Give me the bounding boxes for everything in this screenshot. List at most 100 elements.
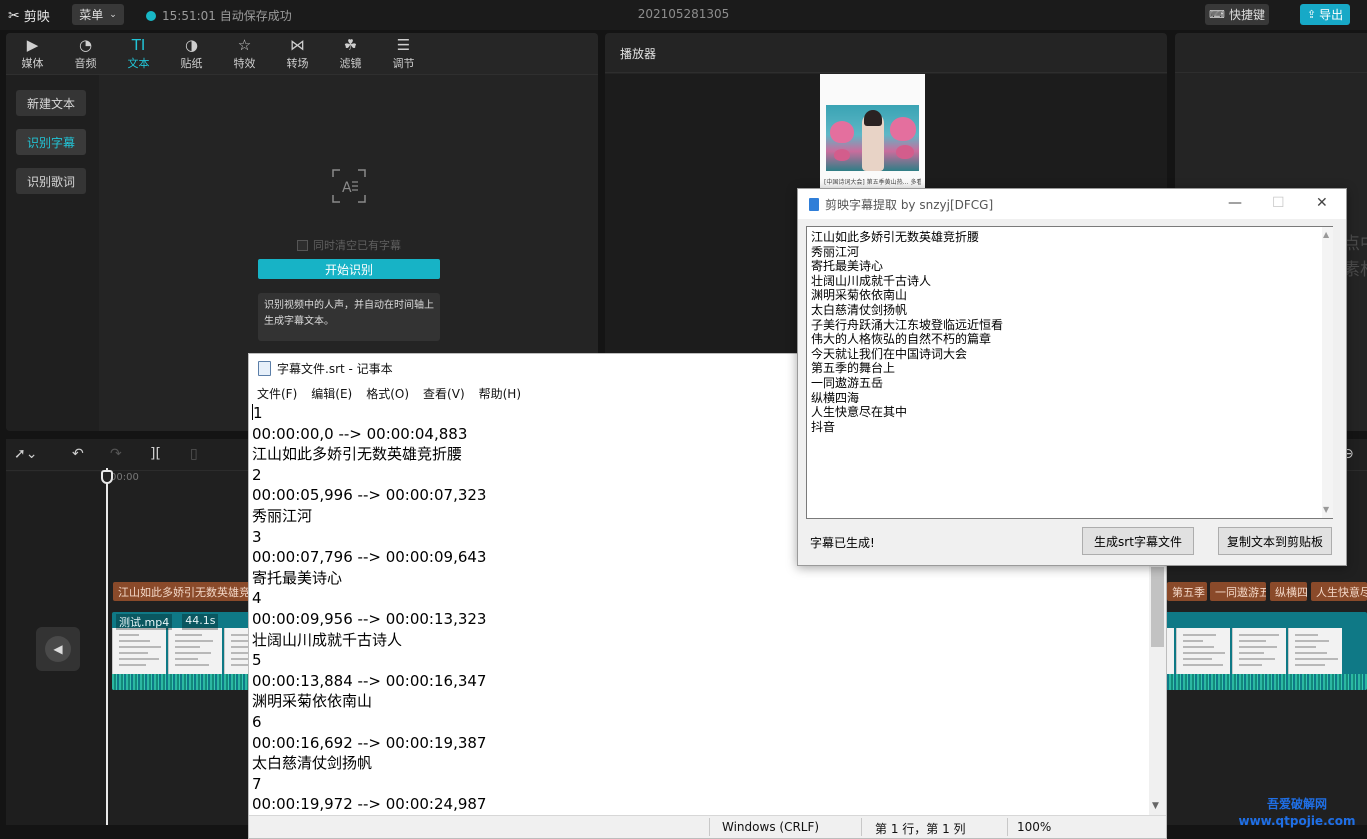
extracted-line: 寄托最美诗心 bbox=[811, 259, 884, 274]
extracted-line: 今天就让我们在中国诗词大会 bbox=[811, 346, 968, 361]
notepad-line: 壮阔山川成就千古诗人 bbox=[252, 630, 403, 649]
watermark-line: 吾爱破解网 bbox=[1266, 797, 1327, 811]
start-recognition-button[interactable]: 开始识别 bbox=[258, 259, 440, 279]
svg-text:A: A bbox=[342, 180, 352, 196]
scroll-up-icon[interactable]: ▲ bbox=[1323, 230, 1329, 239]
tab-filter[interactable]: ☘ 滤镜 bbox=[324, 33, 377, 75]
split-icon[interactable]: ][ bbox=[150, 446, 161, 462]
scroll-down-icon[interactable]: ▼ bbox=[1323, 505, 1329, 514]
menu-edit[interactable]: 编辑(E) bbox=[311, 385, 352, 402]
close-icon[interactable]: ✕ bbox=[1316, 195, 1328, 211]
subtitle-clip[interactable]: 第五季 bbox=[1167, 582, 1207, 601]
export-button[interactable]: ⇪ 导出 bbox=[1300, 4, 1350, 25]
extracted-line: 壮阔山川成就千古诗人 bbox=[811, 273, 932, 288]
shortcut-button[interactable]: ⌨ 快捷键 bbox=[1205, 4, 1269, 25]
extracted-text-scrollbar[interactable]: ▲ ▼ bbox=[1322, 227, 1333, 518]
extractor-title-bar[interactable]: 剪映字幕提取 by snzyj[DFCG] — ☐ ✕ bbox=[798, 189, 1346, 219]
subtitle-clip[interactable]: 纵横四 bbox=[1270, 582, 1307, 601]
extracted-line: 抖音 bbox=[811, 419, 836, 434]
shortcut-label: 快捷键 bbox=[1228, 8, 1265, 22]
tab-media[interactable]: ▶ 媒体 bbox=[6, 33, 59, 75]
nav-recognize-lyrics[interactable]: 识别歌词 bbox=[16, 168, 86, 194]
maximize-icon[interactable]: ☐ bbox=[1272, 195, 1285, 211]
site-watermark: 吾爱破解网 www.qtpojie.com bbox=[1232, 796, 1362, 830]
notepad-line: 5 bbox=[252, 651, 262, 670]
notepad-line: 00:00:09,956 --> 00:00:13,323 bbox=[252, 609, 487, 628]
nav-new-text[interactable]: 新建文本 bbox=[16, 90, 86, 116]
extracted-text-box[interactable]: 江山如此多娇引无数英雄竞折腰 秀丽江河 寄托最美诗心 壮阔山川成就千古诗人 渊明采菊依依… bbox=[806, 226, 1333, 519]
text-side-nav: 新建文本 识别字幕 识别歌词 bbox=[6, 75, 99, 431]
tab-adjust[interactable]: ☰ 调节 bbox=[377, 33, 430, 75]
player-title: 播放器 bbox=[620, 47, 657, 61]
video-thumbnail bbox=[1232, 628, 1286, 674]
document-icon bbox=[809, 197, 819, 211]
extracted-line: 子美行舟跃涌大江东坡登临远近恒看 bbox=[811, 317, 1004, 332]
playhead-handle[interactable] bbox=[101, 470, 113, 484]
project-title: 202105281305 bbox=[637, 7, 730, 21]
generate-srt-button[interactable]: 生成srt字幕文件 bbox=[1082, 527, 1194, 555]
filter-icon: ☘ bbox=[343, 36, 358, 54]
video-thumbnail bbox=[112, 628, 166, 674]
video-preview-image bbox=[826, 105, 919, 171]
export-label: 导出 bbox=[1319, 8, 1344, 22]
undo-icon[interactable]: ↶ bbox=[72, 446, 84, 462]
tab-sticker[interactable]: ◑ 贴纸 bbox=[165, 33, 218, 75]
ruler-time: 00:00 bbox=[110, 472, 139, 483]
menu-file[interactable]: 文件(F) bbox=[257, 385, 297, 402]
subtitle-extractor-window: 剪映字幕提取 by snzyj[DFCG] — ☐ ✕ 江山如此多娇引无数英雄竞… bbox=[797, 188, 1347, 566]
recognition-tip: 识别视频中的人声，并自动在时间轴上生成字幕文本。 bbox=[258, 293, 440, 341]
tab-label: 媒体 bbox=[21, 57, 44, 70]
copy-to-clipboard-button[interactable]: 复制文本到剪贴板 bbox=[1218, 527, 1332, 555]
video-clip-name: 测试.mp4 bbox=[116, 614, 173, 630]
tab-text[interactable]: TI 文本 bbox=[112, 33, 165, 75]
resource-toolbar: ▶ 媒体 ◔ 音频 TI 文本 ◑ 贴纸 ☆ 特效 ⋈ 转场 ☘ 滤镜 ☰ 调节 bbox=[6, 33, 598, 75]
checkbox-label: 同时清空已有字幕 bbox=[313, 239, 401, 252]
extractor-title: 剪映字幕提取 by snzyj[DFCG] bbox=[825, 197, 994, 212]
tab-label: 文本 bbox=[127, 57, 150, 70]
menu-format[interactable]: 格式(O) bbox=[366, 385, 409, 402]
effect-icon: ☆ bbox=[237, 36, 252, 54]
extracted-line: 第五季的舞台上 bbox=[811, 361, 896, 376]
mute-track-button[interactable]: ◀ bbox=[36, 627, 80, 671]
speaker-icon: ◀ bbox=[45, 636, 71, 662]
notepad-line: 4 bbox=[252, 589, 262, 608]
extracted-line: 江山如此多娇引无数英雄竞折腰 bbox=[811, 230, 980, 244]
video-clip-duration: 44.1s bbox=[182, 614, 219, 630]
notepad-line: 7 bbox=[252, 774, 262, 793]
tab-effect[interactable]: ☆ 特效 bbox=[218, 33, 271, 75]
tab-transition[interactable]: ⋈ 转场 bbox=[271, 33, 324, 75]
phone-status-bar bbox=[824, 75, 921, 81]
notepad-line: 6 bbox=[252, 712, 262, 731]
subtitle-clip[interactable]: 江山如此多娇引无数英雄竞折腰 bbox=[113, 582, 251, 601]
top-bar: ✂ 剪映 菜单 ⌄ 15:51:01 自动保存成功 202105281305 ⌨… bbox=[0, 0, 1367, 30]
delete-icon[interactable]: ▯ bbox=[190, 446, 198, 462]
menu-view[interactable]: 查看(V) bbox=[423, 385, 465, 402]
menu-help[interactable]: 帮助(H) bbox=[479, 385, 521, 402]
redo-icon[interactable]: ↷ bbox=[110, 446, 122, 462]
subtitle-clip[interactable]: 一同遨游五 bbox=[1210, 582, 1266, 601]
extracted-line: 渊明采菊依依南山 bbox=[811, 288, 908, 303]
scrollbar-thumb[interactable] bbox=[1151, 567, 1164, 647]
audio-icon: ◔ bbox=[78, 36, 93, 54]
status-position: 第 1 行，第 1 列 bbox=[875, 822, 966, 836]
playhead[interactable] bbox=[106, 468, 108, 825]
clear-existing-checkbox[interactable]: 同时清空已有字幕 bbox=[297, 237, 401, 253]
select-cursor-icon[interactable]: ➚⌄ bbox=[14, 446, 37, 462]
extracted-line: 秀丽江河 bbox=[811, 244, 860, 259]
nav-recognize-subtitles[interactable]: 识别字幕 bbox=[16, 129, 86, 155]
extracted-line: 纵横四海 bbox=[811, 390, 860, 405]
media-icon: ▶ bbox=[26, 36, 39, 54]
video-thumbnail bbox=[168, 628, 222, 674]
scroll-down-icon[interactable]: ▼ bbox=[1152, 801, 1159, 811]
notepad-line: 太白慈清仗剑扬帆 bbox=[252, 754, 373, 773]
notepad-line: 寄托最美诗心 bbox=[252, 568, 343, 587]
subtitle-clip[interactable]: 人生快意尽在 bbox=[1311, 582, 1367, 601]
tab-label: 滤镜 bbox=[339, 57, 362, 70]
minimize-icon[interactable]: — bbox=[1228, 195, 1242, 211]
tab-label: 特效 bbox=[233, 57, 256, 70]
notepad-line: 渊明采菊依依南山 bbox=[252, 692, 373, 711]
transition-icon: ⋈ bbox=[290, 36, 305, 54]
properties-header bbox=[1175, 33, 1367, 73]
tab-audio[interactable]: ◔ 音频 bbox=[59, 33, 112, 75]
video-caption: [中国诗词大会] 第五季黄山热… 多看 bbox=[824, 179, 921, 186]
